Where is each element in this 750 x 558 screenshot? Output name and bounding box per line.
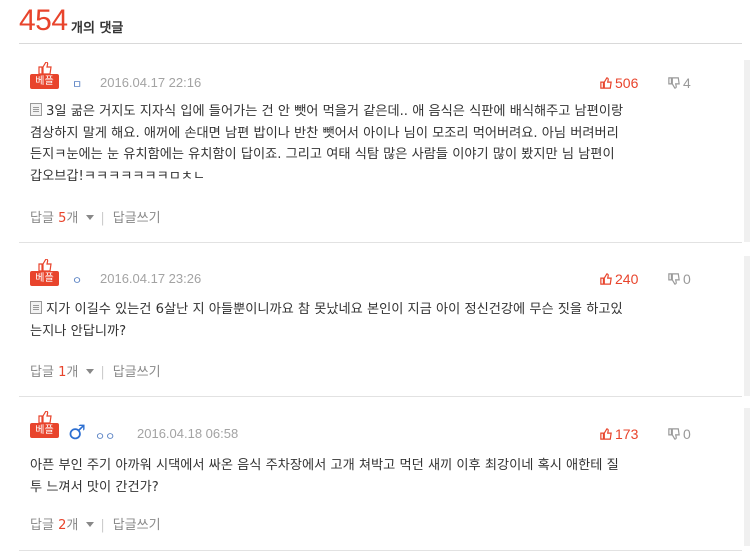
comment-date: 2016.04.18 06:58 [137,426,239,441]
comment-count-label: 개의 댓글 [71,21,124,36]
user-grade[interactable]: ㅇㅇ [95,428,115,444]
like-count: 173 [615,426,639,442]
scroll-edge [744,256,750,396]
document-icon [30,301,42,314]
write-reply-link[interactable]: 답글쓰기 [113,365,161,380]
caret-down-icon [86,369,95,374]
dislike-count: 4 [683,75,691,91]
reply-label: 답글 [30,211,54,226]
best-label: 베플 [30,271,59,286]
like-button[interactable]: 240 [600,271,638,287]
comment-line: 아픈 부인 주기 아까워 시댁에서 싸온 음식 주차장에서 고개 쳐박고 먹던 … [30,458,619,473]
caret-down-icon [86,215,95,220]
reply-row: 답글 2개 | 답글쓰기 [30,514,161,533]
like-button[interactable]: 506 [600,75,638,91]
dislike-count: 0 [683,426,691,442]
divider: | [100,518,105,533]
write-reply-link[interactable]: 답글쓰기 [113,211,161,226]
thumbs-up-icon [600,428,612,440]
thumbs-down-icon [668,428,680,440]
comment-line: 든지ㅋ눈에는 눈 유치함에는 유치함이 답이죠. 그리고 여태 식탐 많은 사람… [30,147,615,163]
dislike-button[interactable]: 0 [668,426,691,442]
comment-line: 지가 이길수 있는건 6살난 지 아들뿐이니까요 참 못났네요 본인이 지금 아… [46,302,623,317]
best-comment-badge: 베플 [30,62,59,90]
reply-label: 답글 [30,365,54,380]
comment-body: 아픈 부인 주기 아까워 시댁에서 싸온 음식 주차장에서 고개 쳐박고 먹던 … [30,455,720,498]
thumbs-down-icon [668,273,680,285]
comment-body: 3일 굶은 거지도 지자식 입에 들어가는 건 안 뺏어 먹을거 같은데.. 애… [30,101,720,187]
comment-line: 는지나 안답니까? [30,323,127,339]
divider: | [100,365,105,380]
reply-toggle[interactable]: 답글 1개 [30,365,100,380]
reply-unit: 개 [66,365,79,380]
male-gender-icon: ♂ [68,420,86,444]
divider: | [100,211,105,226]
thumbs-up-badge-icon [38,62,52,74]
like-count: 240 [615,271,639,287]
like-button[interactable]: 173 [600,426,638,442]
document-icon [30,103,42,116]
comment-divider [19,242,742,243]
comment-line: 3일 굶은 거지도 지자식 입에 들어가는 건 안 뺏어 먹을거 같은데.. 애… [46,104,624,119]
like-count: 506 [615,75,639,91]
thumbs-up-badge-icon [38,411,52,423]
comment-date: 2016.04.17 22:16 [100,75,202,90]
comment-divider [19,550,742,551]
scroll-edge [744,60,750,242]
comment-body: 지가 이길수 있는건 6살난 지 아들뿐이니까요 참 못났네요 본인이 지금 아… [30,299,720,342]
best-label: 베플 [30,423,59,438]
dislike-button[interactable]: 0 [668,271,691,287]
reply-unit: 개 [66,518,79,533]
comment-date: 2016.04.17 23:26 [100,271,202,286]
best-comment-badge: 베플 [30,411,59,439]
thumbs-down-icon [668,77,680,89]
comment-count: 454 [19,4,68,37]
best-label: 베플 [30,74,59,89]
thumbs-up-icon [600,273,612,285]
reply-toggle[interactable]: 답글 2개 [30,518,100,533]
reply-row: 답글 1개 | 답글쓰기 [30,361,161,380]
best-comment-badge: 베플 [30,259,59,287]
reply-toggle[interactable]: 답글 5개 [30,211,100,226]
comments-header: 454 개의 댓글 [0,0,750,48]
thumbs-up-icon [600,77,612,89]
comment-line: 갑오브갑!ㅋㅋㅋㅋㅋㅋㅋㅁㅊㄴ [30,168,206,184]
reply-row: 답글 5개 | 답글쓰기 [30,207,161,226]
user-grade[interactable]: ㅁ [72,76,82,92]
caret-down-icon [86,522,95,527]
header-divider [19,43,742,44]
user-grade[interactable]: ㅇ [72,272,82,288]
reply-unit: 개 [66,211,79,226]
dislike-count: 0 [683,271,691,287]
reply-label: 답글 [30,518,54,533]
scroll-edge [744,408,750,546]
comment-line: 겸상하지 말게 해요. 애꺼에 손대면 남편 밥이나 반찬 뺏어서 아이나 님이… [30,125,619,141]
thumbs-up-badge-icon [38,259,52,271]
comment-divider [19,396,742,397]
dislike-button[interactable]: 4 [668,75,691,91]
write-reply-link[interactable]: 답글쓰기 [113,518,161,533]
comment-line: 투 느껴서 맛이 간건가? [30,479,159,495]
